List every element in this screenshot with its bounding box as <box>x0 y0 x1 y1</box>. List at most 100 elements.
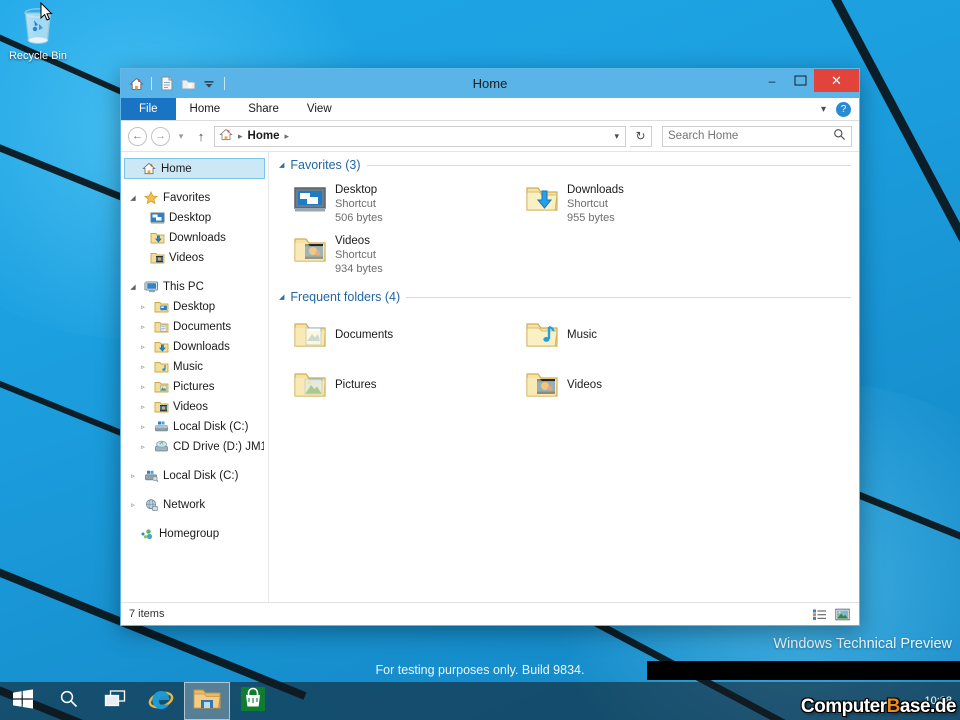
folder-tile[interactable]: Pictures <box>279 356 511 406</box>
sidebar-item-thispc-desktop[interactable]: ▹ Desktop <box>121 297 268 317</box>
home-icon[interactable] <box>219 128 233 144</box>
videos-folder-icon <box>525 368 559 402</box>
sidebar-item-network[interactable]: ▹ Network <box>121 495 268 515</box>
hard-drive-icon <box>143 468 159 484</box>
file-tile[interactable]: Desktop Shortcut 506 bytes <box>279 178 511 229</box>
sidebar-item-homegroup[interactable]: Homegroup <box>121 524 268 544</box>
sidebar-item-favorites-videos[interactable]: Videos <box>121 248 268 268</box>
task-view-icon <box>104 690 126 713</box>
tree-expander[interactable]: ▹ <box>137 403 149 411</box>
address-toolbar: ← → ▾ ↑ ▸ Home ▸ ▾ ↻ <box>121 121 859 151</box>
sidebar-group-this-pc[interactable]: ◢ This PC <box>121 277 268 297</box>
sidebar-item-thispc-pictures[interactable]: ▹ Pictures <box>121 377 268 397</box>
group-divider <box>406 297 851 298</box>
breadcrumb-separator-2[interactable]: ▸ <box>284 131 289 142</box>
recent-locations-button[interactable]: ▾ <box>174 127 188 146</box>
file-tile[interactable]: Videos Shortcut 934 bytes <box>279 229 511 280</box>
sidebar-item-favorites-desktop[interactable]: Desktop <box>121 208 268 228</box>
navigation-pane[interactable]: Home ◢ Favorites <box>121 152 269 602</box>
tab-home[interactable]: Home <box>176 98 235 120</box>
search-taskbar-button[interactable] <box>46 682 92 720</box>
search-icon[interactable] <box>833 128 846 144</box>
documents-folder-icon <box>293 318 327 352</box>
tab-file[interactable]: File <box>121 98 176 120</box>
breadcrumb-item-home[interactable]: Home <box>248 130 280 142</box>
tree-expander[interactable]: ▹ <box>127 472 139 480</box>
folder-tile[interactable]: Documents <box>279 310 511 356</box>
sidebar-item-favorites-downloads[interactable]: Downloads <box>121 228 268 248</box>
group-header-frequent-folders[interactable]: ◢ Frequent folders (4) <box>279 290 851 304</box>
up-button[interactable]: ↑ <box>192 127 210 146</box>
folder-tile[interactable]: Music <box>511 310 743 356</box>
sidebar-item-label: Documents <box>173 321 231 333</box>
address-dropdown-icon[interactable]: ▾ <box>614 131 621 142</box>
breadcrumb[interactable]: ▸ Home ▸ ▾ <box>214 126 626 147</box>
hard-drive-icon <box>153 419 169 435</box>
tree-expander[interactable]: ▹ <box>127 501 139 509</box>
tree-expander[interactable]: ▹ <box>137 343 149 351</box>
qat-separator <box>151 77 152 90</box>
minimize-button[interactable]: – <box>758 69 786 92</box>
group-collapse-icon[interactable]: ◢ <box>279 293 284 301</box>
file-tile[interactable]: Downloads Shortcut 955 bytes <box>511 178 743 229</box>
help-icon[interactable]: ? <box>836 102 851 117</box>
tree-expander[interactable]: ▹ <box>137 383 149 391</box>
close-button[interactable]: ✕ <box>814 69 859 92</box>
details-view-icon[interactable] <box>811 607 828 622</box>
desktop-icon-recycle-bin[interactable]: Recycle Bin <box>6 4 70 62</box>
sidebar-item-thispc-videos[interactable]: ▹ Videos <box>121 397 268 417</box>
maximize-button[interactable] <box>786 69 814 92</box>
sidebar-item-thispc-music[interactable]: ▹ Music <box>121 357 268 377</box>
sidebar-item-thispc-cd-drive[interactable]: ▹ CD Drive (D:) JM1 <box>121 437 268 457</box>
site-watermark-logo: ComputerBase.de <box>801 696 956 718</box>
group-header-favorites[interactable]: ◢ Favorites (3) <box>279 158 851 172</box>
chevron-down-icon[interactable]: ▾ <box>821 104 826 115</box>
sidebar-item-thispc-downloads[interactable]: ▹ Downloads <box>121 337 268 357</box>
tree-expander[interactable]: ▹ <box>137 363 149 371</box>
forward-button[interactable]: → <box>151 127 170 146</box>
tab-view[interactable]: View <box>293 98 346 120</box>
sidebar-item-label: Pictures <box>173 381 215 393</box>
home-icon[interactable] <box>127 75 145 93</box>
downloads-folder-icon <box>525 182 559 216</box>
view-switcher <box>811 607 851 622</box>
file-tile-text: Desktop Shortcut 506 bytes <box>335 182 383 225</box>
search-input[interactable] <box>668 130 833 142</box>
content-pane[interactable]: ◢ Favorites (3) <box>269 152 859 602</box>
sidebar-item-home[interactable]: Home <box>124 158 265 179</box>
file-explorer-button[interactable] <box>184 682 230 720</box>
quick-access-toolbar <box>121 75 228 93</box>
sidebar-item-thispc-local-disk-c[interactable]: ▹ Local Disk (C:) <box>121 417 268 437</box>
chevron-down-icon[interactable] <box>200 75 218 93</box>
start-button[interactable] <box>0 682 46 720</box>
tree-expander[interactable]: ▹ <box>137 443 149 451</box>
mouse-pointer-icon <box>40 2 54 22</box>
task-view-button[interactable] <box>92 682 138 720</box>
sidebar-item-thispc-documents[interactable]: ▹ Documents <box>121 317 268 337</box>
tree-expander[interactable]: ▹ <box>137 323 149 331</box>
internet-explorer-button[interactable] <box>138 682 184 720</box>
tree-expander-this-pc[interactable]: ◢ <box>127 283 139 291</box>
new-folder-icon[interactable] <box>179 75 197 93</box>
group-collapse-icon[interactable]: ◢ <box>279 161 284 169</box>
properties-icon[interactable] <box>158 75 176 93</box>
folder-tile-text: Videos <box>567 378 602 392</box>
search-box[interactable] <box>662 126 852 147</box>
videos-folder-icon <box>293 233 327 267</box>
tree-expander[interactable]: ▹ <box>137 303 149 311</box>
store-button[interactable] <box>230 682 276 720</box>
folder-tile[interactable]: Videos <box>511 356 743 406</box>
large-icons-view-icon[interactable] <box>834 607 851 622</box>
sidebar-group-favorites[interactable]: ◢ Favorites <box>121 188 268 208</box>
sidebar-item-local-disk-c[interactable]: ▹ Local Disk (C:) <box>121 466 268 486</box>
tab-share[interactable]: Share <box>234 98 293 120</box>
music-folder-icon <box>153 359 169 375</box>
back-button[interactable]: ← <box>128 127 147 146</box>
windows-watermark: Windows Technical Preview <box>773 636 952 652</box>
refresh-button[interactable]: ↻ <box>630 126 652 147</box>
tree-expander[interactable]: ▹ <box>137 423 149 431</box>
tree-expander-favorites[interactable]: ◢ <box>127 194 139 202</box>
file-explorer-window: Home – ✕ File Home Share View ▾ ? ← → ▾ … <box>120 68 860 626</box>
caption-buttons: – ✕ <box>758 69 859 98</box>
window-titlebar[interactable]: Home – ✕ <box>121 69 859 98</box>
